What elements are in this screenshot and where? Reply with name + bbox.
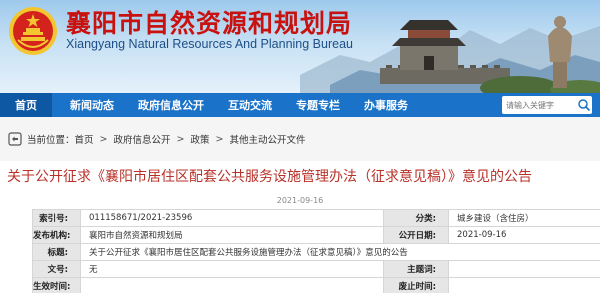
keywords-value (448, 260, 600, 278)
breadcrumb-separator: > (176, 133, 185, 145)
nav-services[interactable]: 办事服务 (354, 93, 418, 117)
index-label: 索引号: (32, 209, 81, 227)
issuer-label: 发布机构: (32, 226, 81, 244)
document-info-table: 索引号: 011158671/2021-23596 分类: 城乡建设（含住房） … (32, 209, 600, 293)
location-icon (8, 132, 22, 146)
publish-date-label: 公开日期: (383, 226, 449, 244)
expiry-date-value (448, 277, 600, 293)
site-title: 襄阳市自然资源和规划局 (66, 9, 353, 38)
breadcrumb-separator: > (99, 133, 108, 145)
nav-gov-info[interactable]: 政府信息公开 (128, 93, 214, 117)
main-navigation: 首页 新闻动态 政府信息公开 互动交流 专题专栏 办事服务 (0, 93, 600, 117)
category-label: 分类: (383, 209, 449, 227)
search-icon[interactable] (577, 98, 591, 112)
breadcrumb-item-gov-info[interactable]: 政府信息公开 (114, 132, 171, 146)
search-input[interactable] (506, 97, 576, 113)
breadcrumb: 当前位置： 首页 > 政府信息公开 > 政策 > 其他主动公开文件 (0, 117, 600, 161)
breadcrumb-separator: > (215, 133, 224, 145)
publish-date-value: 2021-09-16 (448, 226, 600, 244)
nav-topics[interactable]: 专题专栏 (286, 93, 350, 117)
nav-home[interactable]: 首页 (0, 93, 52, 117)
breadcrumb-item-home[interactable]: 首页 (75, 132, 94, 146)
table-row: 标题: 关于公开征求《襄阳市居住区配套公共服务设施管理办法（征求意见稿）》意见的… (32, 243, 600, 261)
nav-interaction[interactable]: 互动交流 (218, 93, 282, 117)
table-row: 发布机构: 襄阳市自然资源和规划局 公开日期: 2021-09-16 (32, 226, 600, 244)
doc-number-value: 无 (80, 260, 384, 278)
title-value: 关于公开征求《襄阳市居住区配套公共服务设施管理办法（征求意见稿）》意见的公告 (80, 243, 600, 261)
table-row: 文号: 无 主题词: (32, 260, 600, 278)
issuer-value: 襄阳市自然资源和规划局 (80, 226, 384, 244)
national-emblem-icon (9, 7, 57, 55)
title-label: 标题: (32, 243, 81, 261)
index-value: 011158671/2021-23596 (80, 209, 384, 227)
effective-date-label: 生效时间: (32, 277, 81, 293)
site-title-english: Xiangyang Natural Resources And Planning… (66, 37, 353, 51)
header-banner: 襄阳市自然资源和规划局 Xiangyang Natural Resources … (0, 0, 600, 93)
keywords-label: 主题词: (383, 260, 449, 278)
expiry-date-label: 废止时间: (383, 277, 449, 293)
effective-date-value (80, 277, 384, 293)
breadcrumb-prefix: 当前位置： (27, 135, 75, 146)
table-row: 生效时间: 废止时间: (32, 277, 600, 293)
search-box (502, 96, 592, 114)
table-row: 索引号: 011158671/2021-23596 分类: 城乡建设（含住房） (32, 209, 600, 227)
category-value: 城乡建设（含住房） (448, 209, 600, 227)
article-title: 关于公开征求《襄阳市居住区配套公共服务设施管理办法（征求意见稿）》意见的公告 (7, 169, 532, 185)
breadcrumb-item-other-docs[interactable]: 其他主动公开文件 (229, 132, 305, 146)
breadcrumb-item-policy[interactable]: 政策 (190, 132, 209, 146)
doc-number-label: 文号: (32, 260, 81, 278)
nav-news[interactable]: 新闻动态 (60, 93, 124, 117)
publish-date: 2021-09-16 (276, 196, 324, 205)
